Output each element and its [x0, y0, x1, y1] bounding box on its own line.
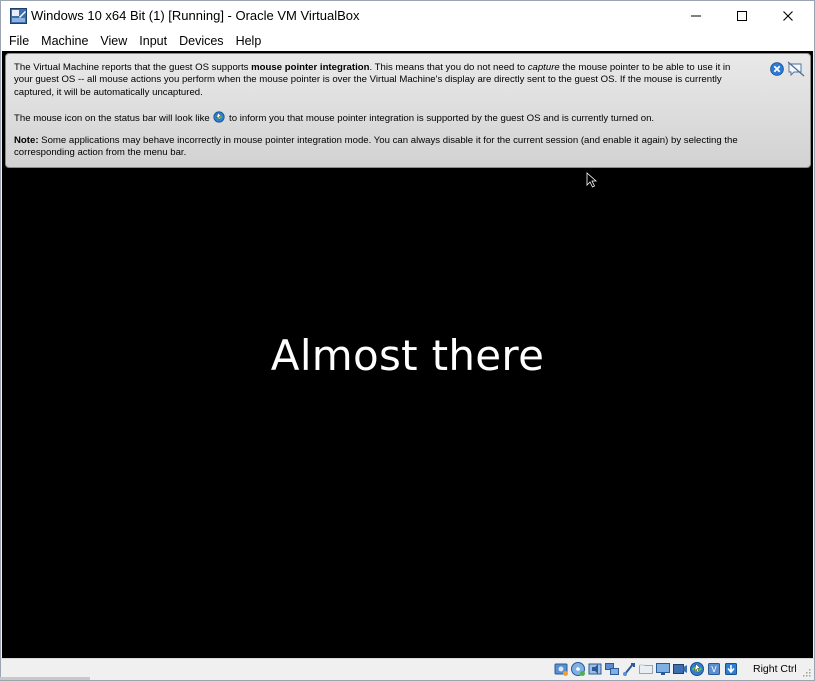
shared-folder-icon[interactable]: [638, 661, 654, 677]
close-button[interactable]: [765, 1, 811, 31]
maximize-icon: [737, 11, 747, 21]
notice-paragraph-2: The mouse icon on the status bar will lo…: [14, 111, 655, 124]
network-icon[interactable]: [604, 661, 620, 677]
video-capture-icon[interactable]: [672, 661, 688, 677]
cpu-icon[interactable]: V: [706, 661, 722, 677]
mouse-integration-icon: [213, 111, 225, 123]
menu-bar: File Machine View Input Devices Help: [1, 31, 814, 51]
setup-status-message: Almost there: [270, 331, 545, 380]
minimize-icon: [691, 15, 701, 17]
display-icon[interactable]: [655, 661, 671, 677]
audio-icon[interactable]: [587, 661, 603, 677]
virtualbox-window: Windows 10 x64 Bit (1) [Running] - Oracl…: [0, 0, 815, 681]
hard-disk-icon[interactable]: [553, 661, 569, 677]
status-device-icons: V: [553, 661, 739, 677]
title-bar[interactable]: Windows 10 x64 Bit (1) [Running] - Oracl…: [1, 1, 814, 31]
do-not-show-again-icon[interactable]: [787, 61, 805, 77]
maximize-button[interactable]: [719, 1, 765, 31]
notice-close-icon[interactable]: [770, 62, 784, 76]
vm-display[interactable]: The Virtual Machine reports that the gue…: [2, 51, 813, 658]
mouse-integration-notice: The Virtual Machine reports that the gue…: [5, 53, 811, 168]
minimize-button[interactable]: [673, 1, 719, 31]
taskbar-strip: [0, 677, 90, 680]
usb-icon[interactable]: [621, 661, 637, 677]
host-key-label: Right Ctrl: [753, 663, 797, 675]
resize-grip-icon[interactable]: [801, 667, 811, 677]
status-bar: V Right Ctrl: [1, 658, 814, 680]
mouse-integration-icon[interactable]: [689, 661, 705, 677]
keyboard-icon[interactable]: [723, 661, 739, 677]
menu-file[interactable]: File: [3, 31, 35, 51]
menu-machine[interactable]: Machine: [35, 31, 94, 51]
window-title: Windows 10 x64 Bit (1) [Running] - Oracl…: [31, 8, 360, 23]
menu-input[interactable]: Input: [133, 31, 173, 51]
svg-text:V: V: [711, 665, 717, 674]
mouse-cursor-icon: [586, 172, 598, 188]
notice-paragraph-1: The Virtual Machine reports that the gue…: [14, 62, 731, 98]
notice-paragraph-3: Note: Some applications may behave incor…: [14, 135, 738, 159]
menu-help[interactable]: Help: [230, 31, 268, 51]
close-icon: [783, 11, 793, 21]
menu-view[interactable]: View: [94, 31, 133, 51]
menu-devices[interactable]: Devices: [173, 31, 229, 51]
virtualbox-icon: [10, 8, 27, 24]
optical-drive-icon[interactable]: [570, 661, 586, 677]
